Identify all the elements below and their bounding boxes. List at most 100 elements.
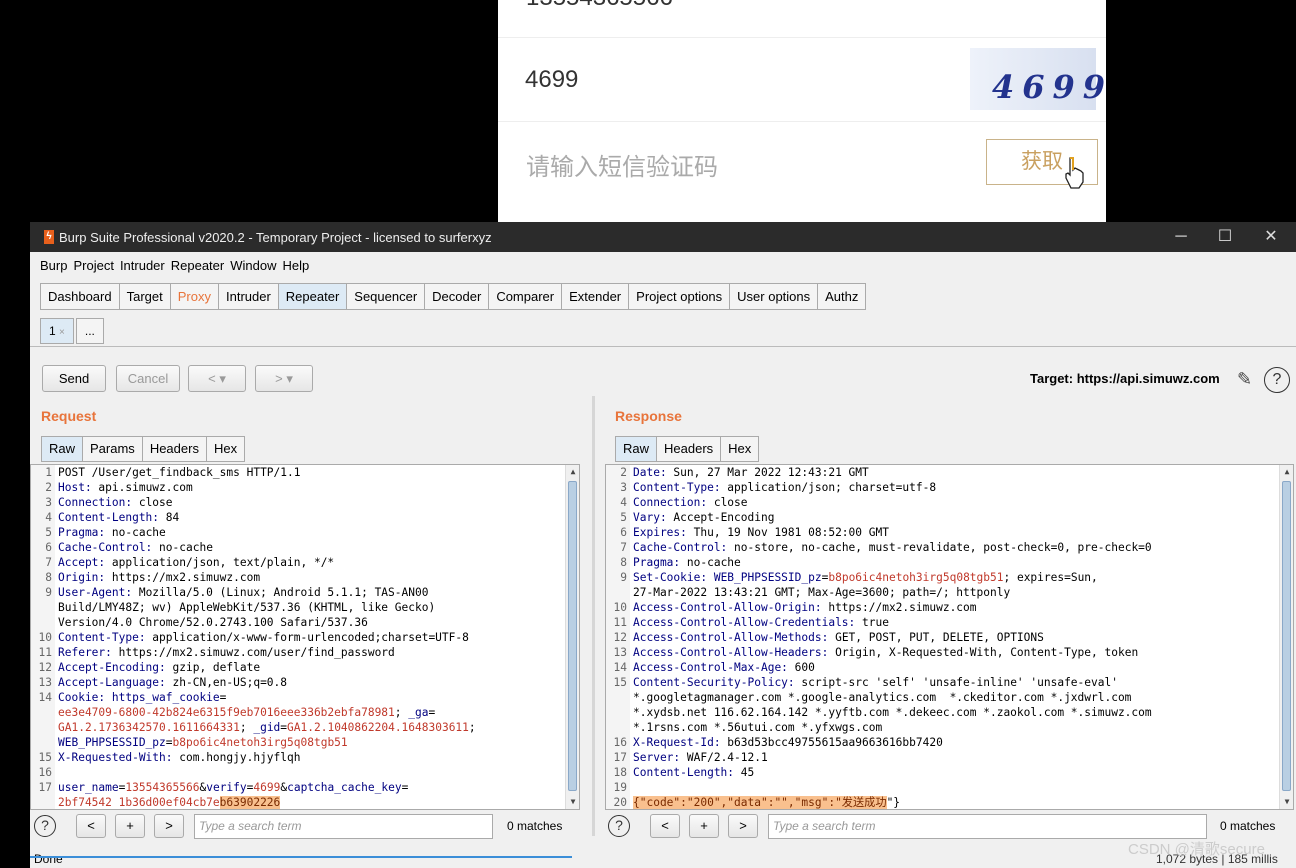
request-scrollbar[interactable]: ▲ ▼: [565, 465, 579, 809]
tab-dashboard[interactable]: Dashboard: [40, 283, 120, 310]
code-token: GA1.2.1736342570.1611664331: [58, 721, 240, 734]
code-line: 7 Accept: application/json, text/plain, *…: [31, 555, 579, 570]
help-icon[interactable]: ?: [34, 815, 56, 837]
phone-number-row: 13554365566: [498, 0, 1106, 38]
scroll-thumb[interactable]: [1282, 481, 1291, 791]
tab-project-options[interactable]: Project options: [629, 283, 731, 310]
tab-sequencer[interactable]: Sequencer: [347, 283, 426, 310]
search-input[interactable]: Type a search term: [768, 814, 1207, 839]
code-token: Server:: [633, 751, 687, 764]
tab-authz[interactable]: Authz: [818, 283, 867, 310]
code-line: 11 Referer: https://mx2.simuwz.com/user/f…: [31, 645, 579, 660]
menu-repeater[interactable]: Repeater: [171, 258, 224, 273]
line-text: X-Request-Id: b63d53bcc49755615aa9663616…: [630, 735, 943, 750]
code-token: Access-Control-Max-Age:: [633, 661, 795, 674]
forward-arrow-icon: >: [275, 371, 283, 386]
search-next-button[interactable]: >: [728, 814, 758, 838]
line-number: 20: [606, 795, 630, 809]
close-tab-icon[interactable]: ×: [59, 327, 65, 338]
menu-project[interactable]: Project: [73, 258, 113, 273]
line-text: Set-Cookie: WEB_PHPSESSID_pz=b8po6ic4net…: [630, 570, 1098, 585]
response-tab-hex[interactable]: Hex: [721, 436, 760, 462]
send-button[interactable]: Send: [42, 365, 106, 392]
code-token: true: [862, 616, 889, 629]
new-tab-button[interactable]: ...: [75, 318, 104, 344]
tab-intruder[interactable]: Intruder: [218, 283, 279, 310]
menu-window[interactable]: Window: [230, 258, 276, 273]
line-text: Build/LMY48Z; wv) AppleWebKit/537.36 (KH…: [55, 600, 435, 615]
line-number: 5: [606, 510, 630, 525]
captcha-input[interactable]: 4699: [525, 66, 578, 94]
tab-target[interactable]: Target: [119, 283, 171, 310]
code-line: 14 Access-Control-Max-Age: 600: [606, 660, 1293, 675]
code-token: Access-Control-Allow-Methods:: [633, 631, 836, 644]
split-pane-divider[interactable]: [592, 396, 595, 836]
request-search-bar: ? < + > Type a search term 0 matches: [30, 814, 590, 840]
forward-button[interactable]: > ▾: [255, 365, 313, 392]
code-token: zh-CN,en-US;q=0.8: [172, 676, 288, 689]
repeater-tab-1[interactable]: 1 ×: [40, 318, 74, 344]
status-bar: Done 1,072 bytes | 185 millis: [30, 850, 1296, 868]
request-tab-headers[interactable]: Headers: [142, 436, 207, 462]
minimize-button[interactable]: ─: [1158, 222, 1204, 252]
phone-form: 13554365566 4699 4699 请输入短信验证码 获取: [498, 0, 1106, 222]
close-button[interactable]: ✕: [1248, 222, 1294, 252]
back-button[interactable]: < ▾: [188, 365, 246, 392]
captcha-image[interactable]: 4699: [970, 48, 1105, 110]
maximize-button[interactable]: ☐: [1202, 222, 1248, 252]
scroll-thumb[interactable]: [568, 481, 577, 791]
line-text: Origin: https://mx2.simuwz.com: [55, 570, 260, 585]
tab-user-options[interactable]: User options: [730, 283, 819, 310]
tab-comparer[interactable]: Comparer: [489, 283, 563, 310]
response-tab-headers[interactable]: Headers: [657, 436, 722, 462]
help-icon[interactable]: ?: [1264, 367, 1290, 393]
line-text: Cookie: https_waf_cookie=: [55, 690, 226, 705]
tab-proxy[interactable]: Proxy: [170, 283, 219, 310]
help-icon[interactable]: ?: [608, 815, 630, 837]
code-token: {"code":"200","data":"","msg":"发送成功: [633, 796, 887, 809]
code-line: 17 Server: WAF/2.4-12.1: [606, 750, 1293, 765]
code-token: b63d53bcc49755615aa9663616bb7420: [727, 736, 943, 749]
search-next-button[interactable]: >: [154, 814, 184, 838]
scroll-down-icon[interactable]: ▼: [566, 795, 579, 809]
request-tab-params[interactable]: Params: [83, 436, 143, 462]
search-prev-button[interactable]: <: [650, 814, 680, 838]
search-options-button[interactable]: +: [689, 814, 719, 838]
tab-repeater[interactable]: Repeater: [278, 283, 348, 310]
scroll-down-icon[interactable]: ▼: [1280, 795, 1293, 809]
scroll-up-icon[interactable]: ▲: [1280, 465, 1293, 479]
target-label[interactable]: Target: https://api.simuwz.com: [1030, 371, 1220, 386]
code-line: *.xydsb.net 116.62.164.142 *.yyftb.com *…: [606, 705, 1293, 720]
response-editor[interactable]: 2 Date: Sun, 27 Mar 2022 12:43:21 GMT 3 Con…: [605, 464, 1294, 810]
menu-help[interactable]: Help: [282, 258, 309, 273]
menu-burp[interactable]: Burp: [40, 258, 67, 273]
menu-bar: Burp Project Intruder Repeater Window He…: [30, 252, 1296, 278]
tab-decoder[interactable]: Decoder: [425, 283, 490, 310]
code-line: *.1rsns.com *.56utui.com *.yfxwgs.com: [606, 720, 1293, 735]
cancel-button[interactable]: Cancel: [116, 365, 180, 392]
code-line: Build/LMY48Z; wv) AppleWebKit/537.36 (KH…: [31, 600, 579, 615]
line-number: [606, 690, 630, 705]
line-number: 9: [606, 570, 630, 585]
search-input[interactable]: Type a search term: [194, 814, 493, 839]
tab-extender[interactable]: Extender: [562, 283, 630, 310]
sms-code-input[interactable]: 请输入短信验证码: [526, 147, 718, 182]
request-editor[interactable]: 1 POST /User/get_findback_sms HTTP/1.1 2 Ho…: [30, 464, 580, 810]
phone-number-value: 13554365566: [526, 0, 673, 12]
line-text: Content-Type: application/x-www-form-url…: [55, 630, 469, 645]
edit-target-pencil-icon[interactable]: ✎: [1237, 369, 1252, 390]
scroll-up-icon[interactable]: ▲: [566, 465, 579, 479]
request-tab-hex[interactable]: Hex: [206, 436, 246, 462]
menu-intruder[interactable]: Intruder: [120, 258, 165, 273]
request-tab-raw[interactable]: Raw: [41, 436, 84, 462]
search-prev-button[interactable]: <: [76, 814, 106, 838]
code-token: 45: [740, 766, 755, 779]
code-token: Thu, 19 Nov 1981 08:52:00 GMT: [693, 526, 889, 539]
code-token: *.googletagmanager.com *.google-analytic…: [633, 691, 1132, 704]
code-token: Pragma:: [58, 526, 112, 539]
response-title: Response: [615, 408, 682, 424]
response-tab-raw[interactable]: Raw: [615, 436, 658, 462]
line-number: 12: [606, 630, 630, 645]
response-scrollbar[interactable]: ▲ ▼: [1279, 465, 1293, 809]
search-options-button[interactable]: +: [115, 814, 145, 838]
